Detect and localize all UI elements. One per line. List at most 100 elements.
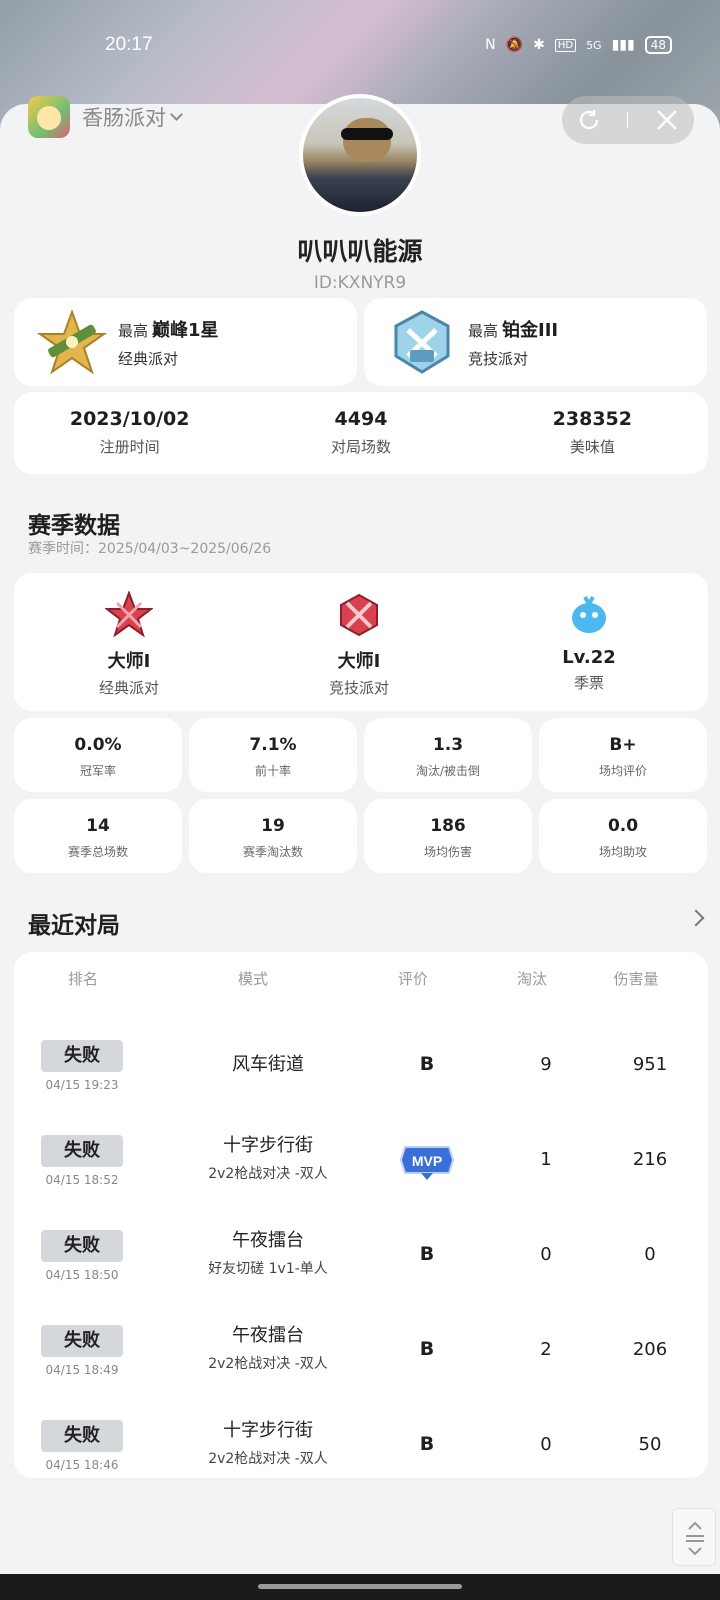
overview-label: 美味值 (569, 438, 615, 456)
match-grade: B (419, 1338, 435, 1360)
battery-icon: 48 (644, 36, 672, 54)
match-grade: B (419, 1243, 435, 1265)
match-time: 04/15 18:49 (45, 1363, 119, 1377)
season-badge-label: 季票 (573, 674, 604, 692)
header-mode: 模式 (237, 970, 269, 988)
miniapp-capsule (562, 96, 694, 144)
stat-label: 场均伤害 (423, 845, 472, 859)
overview-match-count: 4494 对局场数 (245, 392, 476, 474)
peak-prefix: 最高 (468, 321, 499, 340)
avatar-face (343, 118, 391, 162)
peak-rank-star-icon (36, 309, 108, 375)
table-row[interactable]: 失败 04/15 18:50 午夜擂台 好友切磋 1v1-单人 B 0 0 (14, 1216, 708, 1310)
stat-season-matches: 14 赛季总场数 (14, 799, 182, 873)
table-row[interactable]: 失败 04/15 18:49 午夜擂台 2v2枪战对决 -双人 B 2 206 (14, 1311, 708, 1405)
mute-icon: 🔕 (505, 37, 524, 53)
platinum-rank-icon (394, 310, 450, 374)
match-eliminations: 2 (540, 1339, 552, 1360)
peak-rank-card-classic: 最高 巅峰1星 经典派对 (14, 298, 357, 386)
match-damage: 50 (638, 1434, 662, 1455)
stat-value: B+ (609, 735, 637, 755)
match-grade: B (419, 1433, 435, 1455)
match-result: 失败 (41, 1230, 123, 1262)
header-damage: 伤害量 (613, 970, 659, 988)
match-damage: 216 (632, 1149, 668, 1170)
master-rank-icon (104, 590, 154, 638)
season-badge-value: 大师I (337, 651, 381, 672)
overview-value: 4494 (334, 408, 388, 430)
status-bar: 20:17 N 🔕 ✱ HD 5G ▮▮▮ 48 (0, 30, 720, 62)
table-row[interactable]: 失败 04/15 19:23 风车街道 B 9 951 (14, 1026, 708, 1120)
stat-top10-rate: 7.1% 前十率 (189, 718, 357, 792)
chevron-down-icon (170, 107, 183, 121)
svg-text:MVP: MVP (412, 1153, 442, 1169)
avatar-sunglasses (341, 128, 393, 140)
match-damage: 0 (644, 1244, 656, 1265)
stat-avg-assists: 0.0 场均助攻 (539, 799, 707, 873)
scroll-to-top-button[interactable] (672, 1508, 716, 1566)
stat-value: 14 (86, 816, 110, 836)
match-mode: 2v2枪战对决 -双人 (208, 1166, 328, 1182)
season-period: 赛季时间：2025/04/03~2025/06/26 (28, 541, 272, 557)
stat-value: 7.1% (249, 735, 297, 755)
match-time: 04/15 18:52 (45, 1173, 119, 1187)
season-badge-value: 大师I (107, 651, 151, 672)
home-indicator[interactable] (258, 1584, 462, 1589)
system-nav-bar (0, 1574, 720, 1600)
match-grade: B (419, 1053, 435, 1075)
match-map: 午夜擂台 (232, 1230, 304, 1251)
peak-prefix: 最高 (118, 321, 149, 340)
table-header: 排名 模式 评价 淘汰 伤害量 (14, 968, 708, 992)
recent-matches-title: 最近对局 (28, 913, 120, 939)
season-badge-label: 竞技派对 (328, 679, 389, 697)
app-switcher[interactable]: 香肠派对 (28, 96, 183, 138)
close-icon[interactable] (652, 105, 682, 135)
hd-icon: HD (554, 38, 577, 52)
season-pass: Lv.22 季票 (474, 573, 704, 711)
app-name: 香肠派对 (82, 106, 166, 130)
table-row[interactable]: 失败 04/15 18:46 十字步行街 2v2枪战对决 -双人 B 0 50 (14, 1406, 708, 1500)
scroll-handle-icon (686, 1521, 704, 1556)
table-row[interactable]: 失败 04/15 18:52 十字步行街 2v2枪战对决 -双人 MVP 1 2… (14, 1121, 708, 1215)
season-title: 赛季数据 (28, 513, 120, 539)
player-nickname: 叭叭叭能源 (297, 237, 423, 266)
peak-rank-value: 巅峰1星 (152, 319, 219, 341)
master-rank-icon (340, 593, 378, 637)
network-type: 5G (586, 38, 602, 52)
status-time: 20:17 (105, 34, 153, 55)
header-rank: 排名 (67, 970, 99, 988)
match-time: 04/15 18:50 (45, 1268, 119, 1282)
stat-label: 赛季淘汰数 (242, 845, 303, 859)
match-eliminations: 0 (540, 1244, 552, 1265)
season-competitive-rank: 大师I 竞技派对 (244, 573, 474, 711)
refresh-icon[interactable] (574, 105, 604, 135)
stat-value: 186 (430, 816, 466, 836)
header-eliminations: 淘汰 (516, 970, 548, 988)
stat-label: 场均评价 (598, 764, 647, 778)
match-damage: 206 (632, 1339, 668, 1360)
overview-value: 238352 (552, 408, 632, 430)
avatar (299, 94, 421, 216)
stat-avg-grade: B+ 场均评价 (539, 718, 707, 792)
overview-tasty-score: 238352 美味值 (477, 392, 708, 474)
stat-value: 0.0% (74, 735, 122, 755)
recent-matches-card: 排名 模式 评价 淘汰 伤害量 失败 04/15 19:23 风车街道 B 9 … (14, 952, 708, 1478)
match-map: 十字步行街 (223, 1135, 313, 1156)
season-classic-rank: 大师I 经典派对 (14, 573, 244, 711)
stat-label: 淘汰/被击倒 (415, 764, 481, 778)
match-result: 失败 (41, 1325, 123, 1357)
match-map: 风车街道 (232, 1054, 304, 1075)
match-map: 午夜擂台 (232, 1325, 304, 1346)
stat-kd-ratio: 1.3 淘汰/被击倒 (364, 718, 532, 792)
status-icons: N 🔕 ✱ HD 5G ▮▮▮ 48 (485, 36, 672, 54)
match-eliminations: 1 (540, 1149, 552, 1170)
peak-rank-value: 铂金III (502, 319, 559, 341)
overview-label: 对局场数 (330, 438, 391, 456)
stat-win-rate: 0.0% 冠军率 (14, 718, 182, 792)
stat-label: 赛季总场数 (67, 845, 128, 859)
stat-value: 0.0 (607, 816, 639, 836)
stat-value: 19 (261, 816, 285, 836)
stat-value: 1.3 (432, 735, 464, 755)
season-badge-value: Lv.22 (562, 647, 616, 668)
overview-register-date: 2023/10/02 注册时间 (14, 392, 245, 474)
